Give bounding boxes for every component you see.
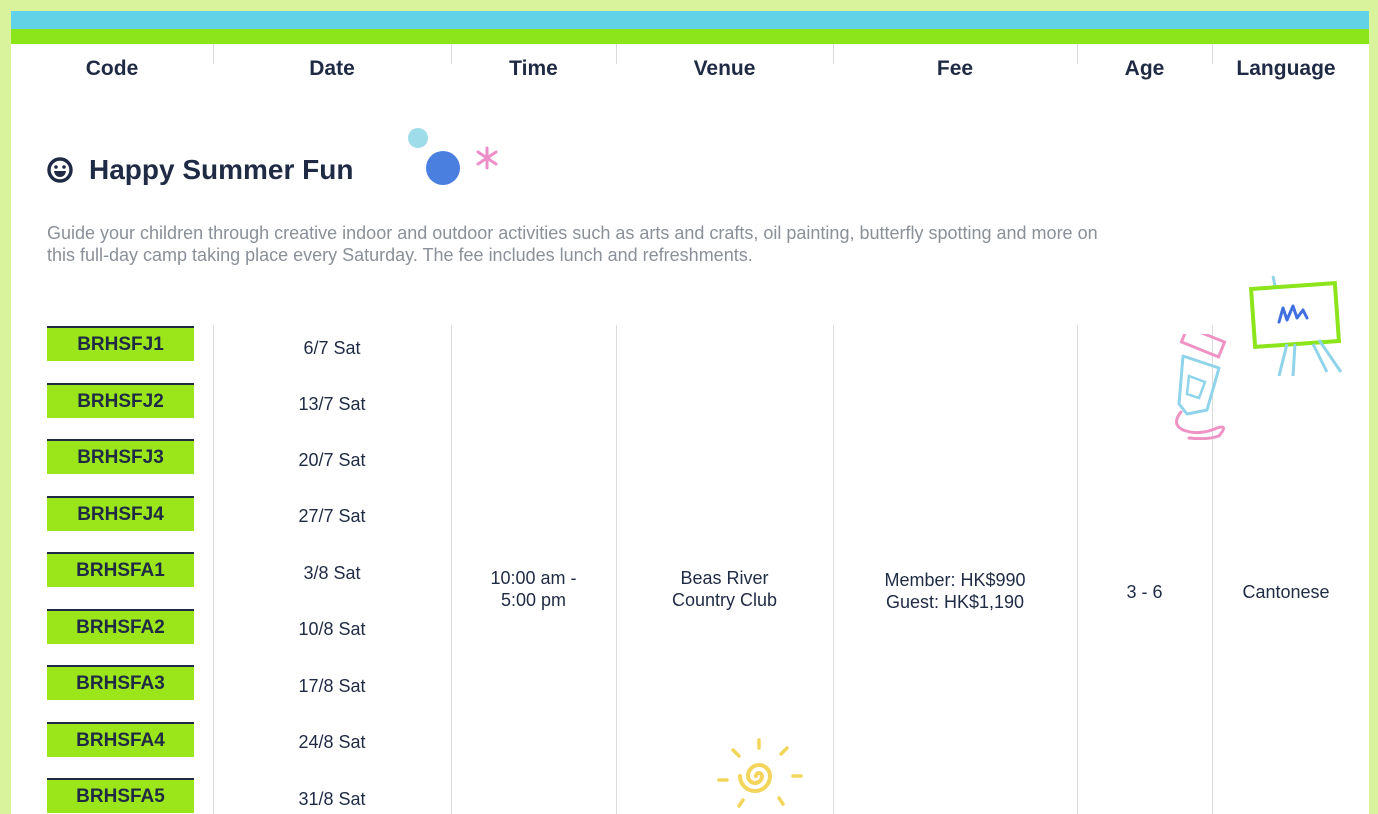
session-date: 27/7 Sat <box>298 506 366 526</box>
session-code-badge: BRHSFA1 <box>47 552 194 587</box>
session-code-badge: BRHSFA4 <box>47 722 194 757</box>
camp-panel: Code Date Time Venue Fee Age Language Ha… <box>11 0 1369 814</box>
fee-guest: Guest: HK$1,190 <box>885 592 1025 612</box>
col-header-date: Date <box>309 57 355 80</box>
section-title: Happy Summer Fun <box>47 150 353 190</box>
top-green-band <box>11 0 1369 11</box>
description-line: this full-day camp taking place every Sa… <box>47 245 753 265</box>
session-date: 10/8 Sat <box>298 619 366 639</box>
table-header: Code Date Time Venue Fee Age Language <box>11 44 1369 94</box>
col-header-language: Language <box>1236 57 1336 80</box>
session-code-badge: BRHSFJ1 <box>47 326 194 361</box>
age-cell: 3 - 6 <box>1126 582 1163 602</box>
easel-decoration <box>1248 275 1343 377</box>
session-date: 13/7 Sat <box>298 394 366 414</box>
session-code-badge: BRHSFJ2 <box>47 383 194 418</box>
session-date: 20/7 Sat <box>298 450 366 470</box>
dots-decoration <box>408 128 498 185</box>
session-date: 17/8 Sat <box>298 676 366 696</box>
venue-cell: Beas River Country Club <box>616 567 833 611</box>
session-date: 24/8 Sat <box>298 732 366 752</box>
venue-line: Beas River <box>680 568 769 588</box>
col-header-time: Time <box>509 57 558 80</box>
smile-icon <box>47 157 73 183</box>
time-end: 5:00 pm <box>500 590 567 610</box>
col-header-venue: Venue <box>693 57 756 80</box>
col-header-fee: Fee <box>936 57 974 80</box>
description-line: Guide your children through creative ind… <box>47 223 1098 243</box>
fee-cell: Member: HK$990 Guest: HK$1,190 <box>833 569 1077 613</box>
session-code-badge: BRHSFA3 <box>47 665 194 700</box>
session-code-badge: BRHSFA5 <box>47 778 194 813</box>
green-band <box>11 29 1369 44</box>
blue-band <box>11 11 1369 29</box>
session-code-badge: BRHSFJ4 <box>47 496 194 531</box>
paint-tube-decoration <box>1175 334 1227 440</box>
session-date: 3/8 Sat <box>303 563 361 583</box>
sun-decoration <box>717 738 803 808</box>
venue-line: Country Club <box>671 590 778 610</box>
time-start: 10:00 am - <box>490 568 577 588</box>
column-divider <box>1077 325 1078 814</box>
session-date: 31/8 Sat <box>298 789 366 809</box>
session-date: 6/7 Sat <box>303 338 361 358</box>
section-title-text: Happy Summer Fun <box>89 154 354 185</box>
session-code-badge: BRHSFA2 <box>47 609 194 644</box>
session-code-badge: BRHSFJ3 <box>47 439 194 474</box>
language-cell: Cantonese <box>1242 582 1330 602</box>
section-description: Guide your children through creative ind… <box>47 222 1287 266</box>
time-cell: 10:00 am - 5:00 pm <box>451 567 616 611</box>
col-header-code: Code <box>85 57 139 80</box>
col-header-age: Age <box>1124 57 1165 80</box>
fee-member: Member: HK$990 <box>884 570 1026 590</box>
